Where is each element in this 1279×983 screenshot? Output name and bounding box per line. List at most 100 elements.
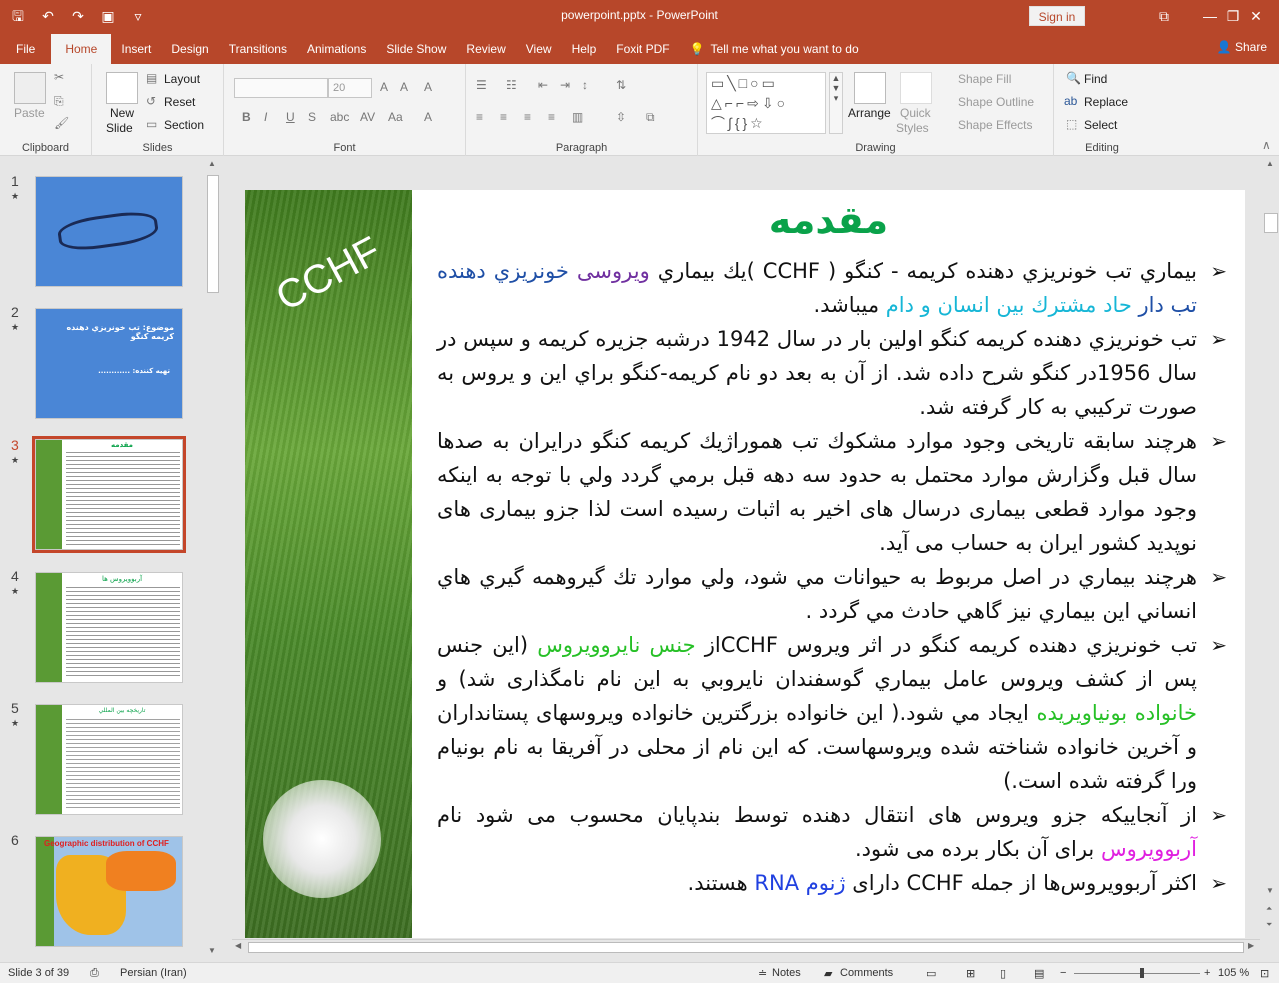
slideshow-icon[interactable]: ▤ — [1034, 967, 1044, 980]
section-button[interactable]: Section — [164, 118, 204, 132]
find-button[interactable]: Find — [1084, 72, 1107, 86]
slide-thumbnail-6[interactable]: Geographic distribution of CCHF — [35, 836, 183, 947]
tab-slide-show[interactable]: Slide Show — [376, 34, 456, 64]
bullet-item[interactable]: تب خونريزي دهنده كريمه كنگو در اثر ويروس… — [437, 628, 1227, 798]
replace-button[interactable]: Replace — [1084, 95, 1128, 109]
comments-button[interactable]: Comments — [840, 967, 893, 979]
save-icon[interactable]: 🖫 — [8, 6, 28, 26]
format-painter-icon[interactable]: 🖌 — [54, 116, 69, 130]
change-case-icon[interactable]: Aa — [388, 110, 403, 124]
italic-icon[interactable]: I — [264, 110, 267, 124]
horizontal-scroll-thumb[interactable] — [248, 942, 1244, 953]
previous-slide-icon[interactable]: ⏶ — [1266, 904, 1272, 914]
tab-file[interactable]: File — [0, 34, 51, 64]
character-spacing-icon[interactable]: AV — [360, 110, 375, 124]
line-spacing-icon[interactable]: ↕ — [582, 78, 588, 92]
cut-icon[interactable]: ✂ — [54, 70, 64, 84]
horizontal-scrollbar[interactable]: ◀ ▶ — [232, 939, 1260, 955]
align-left-icon[interactable]: ≡ — [476, 110, 483, 124]
shape-fill-button[interactable]: Shape Fill — [958, 72, 1011, 86]
shape-effects-button[interactable]: Shape Effects — [958, 118, 1033, 132]
decrease-font-icon[interactable]: A — [400, 80, 408, 94]
scroll-right-icon[interactable]: ▶ — [1248, 941, 1254, 950]
bullet-item[interactable]: هرچند سابقه تاريخی وجود موارد مشکوك تب ه… — [437, 424, 1227, 560]
tab-help[interactable]: Help — [562, 34, 607, 64]
increase-indent-icon[interactable]: ⇥ — [560, 78, 570, 92]
bullet-item[interactable]: از آنجاييكه جزو ويروس های انتقال دهنده ت… — [437, 798, 1227, 866]
tab-home[interactable]: Home — [51, 34, 112, 64]
close-icon[interactable]: ✕ — [1233, 0, 1279, 32]
decrease-indent-icon[interactable]: ⇤ — [538, 78, 548, 92]
new-slide-label[interactable]: New — [110, 106, 134, 120]
reset-button[interactable]: Reset — [164, 95, 195, 109]
align-right-icon[interactable]: ≡ — [524, 110, 531, 124]
collapse-ribbon-icon[interactable]: ∧ — [1262, 138, 1271, 152]
present-icon[interactable]: ▣ — [98, 6, 118, 26]
columns-icon[interactable]: ▥ — [572, 110, 583, 124]
paste-icon[interactable] — [14, 72, 46, 104]
paste-button[interactable]: Paste — [14, 106, 45, 120]
shapes-gallery-more-icon[interactable]: ▲ ▼ ▾ — [829, 72, 843, 134]
shadow-icon[interactable]: S — [308, 110, 316, 124]
scroll-down-icon[interactable]: ▼ — [208, 946, 216, 955]
zoom-slider-track[interactable] — [1074, 973, 1200, 974]
align-center-icon[interactable]: ≡ — [500, 110, 507, 124]
quick-styles-label[interactable]: Quick — [900, 106, 931, 120]
font-color-icon[interactable]: A — [424, 110, 432, 124]
redo-icon[interactable]: ↷ — [68, 6, 88, 26]
tab-insert[interactable]: Insert — [111, 34, 161, 64]
slide-title[interactable]: مقدمه — [412, 198, 1245, 242]
shape-outline-button[interactable]: Shape Outline — [958, 95, 1034, 109]
slide-thumbnail-4[interactable]: آربوويروس ها — [35, 572, 183, 683]
tab-design[interactable]: Design — [161, 34, 218, 64]
select-button[interactable]: Select — [1084, 118, 1117, 132]
bullets-icon[interactable]: ☰ — [476, 78, 487, 92]
slide-thumbnail-1[interactable] — [35, 176, 183, 287]
share-button[interactable]: 👤 Share — [1217, 40, 1267, 54]
clear-format-icon[interactable]: A — [424, 80, 432, 94]
bullet-item[interactable]: بيماري تب خونريزي دهنده کريمه - کنگو ( C… — [437, 254, 1227, 322]
font-size-combo[interactable]: 20 — [328, 78, 372, 98]
normal-view-icon[interactable]: ▭ — [926, 967, 936, 980]
quick-styles-label-2[interactable]: Styles — [896, 121, 929, 135]
justify-icon[interactable]: ≡ — [548, 110, 555, 124]
scroll-down-icon[interactable]: ▼ — [1266, 886, 1274, 895]
new-slide-label-2[interactable]: Slide — [106, 121, 133, 135]
fit-slide-icon[interactable]: ⊡ — [1260, 967, 1269, 980]
tab-transitions[interactable]: Transitions — [219, 34, 297, 64]
zoom-slider-thumb[interactable] — [1140, 968, 1144, 978]
slide-thumbnail-2[interactable]: موضوع: تب خونريزي دهنده کريمه کنگو تهيه … — [35, 308, 183, 419]
slide-sorter-icon[interactable]: ⊞ — [966, 967, 975, 980]
bullet-item[interactable]: هرچند بيماري در اصل مربوط به حيوانات مي … — [437, 560, 1227, 628]
smartart-icon[interactable]: ⧉ — [646, 110, 655, 125]
arrange-button[interactable]: Arrange — [848, 106, 891, 120]
arrange-icon[interactable] — [854, 72, 886, 104]
new-slide-icon[interactable] — [106, 72, 138, 104]
scroll-up-icon[interactable]: ▲ — [208, 159, 216, 168]
slide-scrollbar[interactable]: ▲ ▼ ⏶ ⏷ — [1263, 157, 1279, 939]
bullet-item[interactable]: تب خونريزي دهنده کريمه کنگو اولين بار در… — [437, 322, 1227, 424]
sign-in-button[interactable]: Sign in — [1029, 6, 1085, 26]
next-slide-icon[interactable]: ⏷ — [1266, 920, 1272, 930]
notes-button[interactable]: Notes — [772, 967, 801, 979]
ribbon-options-icon[interactable]: ⧉ — [1141, 0, 1187, 32]
thumbnails-scrollbar[interactable]: ▲ ▼ — [205, 157, 221, 962]
zoom-out-icon[interactable]: − — [1060, 967, 1066, 979]
bullet-list[interactable]: بيماري تب خونريزي دهنده کريمه - کنگو ( C… — [437, 254, 1227, 900]
layout-button[interactable]: Layout — [164, 72, 200, 86]
tab-animations[interactable]: Animations — [297, 34, 376, 64]
customize-toolbar-icon[interactable]: ▿ — [128, 6, 148, 26]
spell-check-icon[interactable]: ⎙ — [90, 967, 99, 980]
zoom-level[interactable]: 105 % — [1218, 967, 1249, 979]
strikethrough-icon[interactable]: abc — [330, 110, 349, 124]
zoom-in-icon[interactable]: + — [1204, 967, 1210, 979]
slide-thumbnail-5[interactable]: تاريخچه بين المللي — [35, 704, 183, 815]
current-slide[interactable]: CCHF مقدمه بيماري تب خونريزي دهنده کريمه… — [245, 190, 1245, 938]
undo-icon[interactable]: ↶ — [38, 6, 58, 26]
shapes-gallery[interactable]: ▭╲□○▭ △⌐⌐⇨⇩○ ⌒∫{}☆ — [706, 72, 826, 134]
quick-styles-icon[interactable] — [900, 72, 932, 104]
align-text-icon[interactable]: ⇳ — [616, 110, 626, 124]
tell-me-box[interactable]: 💡 Tell me what you want to do — [680, 34, 869, 64]
tab-review[interactable]: Review — [456, 34, 515, 64]
increase-font-icon[interactable]: A — [380, 80, 388, 94]
